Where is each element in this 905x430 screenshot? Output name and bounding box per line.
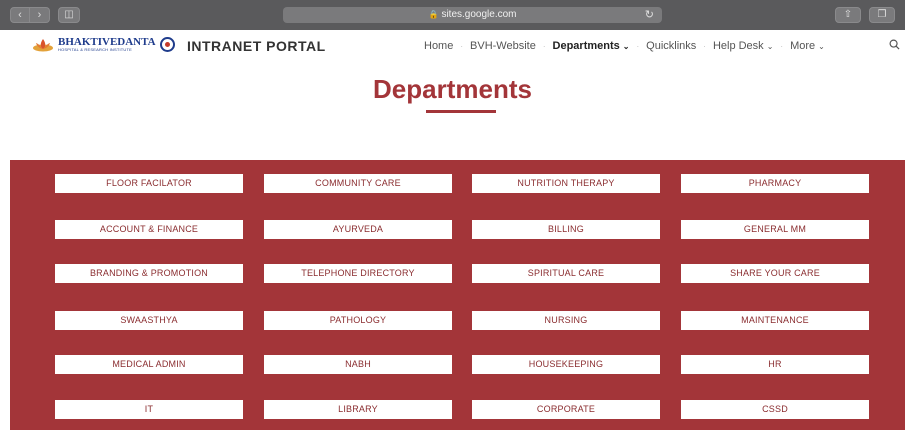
department-button-pathology[interactable]: PATHOLOGY [264,311,452,330]
forward-icon[interactable]: › [30,7,50,23]
browser-nav-buttons: ‹ › ◫ [10,7,80,23]
department-button-share-your-care[interactable]: SHARE YOUR CARE [681,264,869,283]
nav-item-home[interactable]: Home [424,40,453,52]
department-button-floor-facilator[interactable]: FLOOR FACILATOR [55,174,243,193]
department-button-branding-promotion[interactable]: BRANDING & PROMOTION [55,264,243,283]
department-button-general-mm[interactable]: GENERAL MM [681,220,869,239]
nav-item-label: Departments [552,40,620,52]
address-bar[interactable]: 🔒 sites.google.com ↻ [283,7,662,23]
site-header: BHAKTIVEDANTA HOSPITAL & RESEARCH INSTIT… [0,30,905,62]
logo-sub-text: HOSPITAL & RESEARCH INSTITUTE [58,47,133,52]
browser-right-buttons: ⇧ ❐ [835,7,895,23]
nav-item-more[interactable]: More ⌄ [790,40,825,52]
department-button-swaasthya[interactable]: SWAASTHYA [55,311,243,330]
department-button-corporate[interactable]: CORPORATE [472,400,660,419]
departments-grid: FLOOR FACILATOR COMMUNITY CARE NUTRITION T… [10,160,905,430]
back-icon[interactable]: ‹ [10,7,30,23]
nav-separator: · [460,41,464,51]
nav-item-bvh-website[interactable]: BVH-Website [470,40,536,52]
lotus-logo-icon [33,38,53,51]
url-text: sites.google.com [441,9,517,20]
department-button-account-finance[interactable]: ACCOUNT & FINANCE [55,220,243,239]
nav-item-label: Quicklinks [646,40,697,52]
nav-item-label: Home [424,40,454,52]
department-button-community-care[interactable]: COMMUNITY CARE [264,174,452,193]
reload-icon[interactable]: ↻ [645,7,654,23]
search-icon[interactable] [889,39,900,50]
department-button-nursing[interactable]: NURSING [472,311,660,330]
nav-separator: · [542,41,546,51]
sidebar-toggle-icon[interactable]: ◫ [58,7,80,23]
department-button-ayurveda[interactable]: AYURVEDA [264,220,452,239]
department-button-spiritual-care[interactable]: SPIRITUAL CARE [472,264,660,283]
department-button-medical-admin[interactable]: MEDICAL ADMIN [55,355,243,374]
nav-item-label: Help Desk [712,40,764,52]
chevron-down-icon: ⌄ [818,42,825,51]
nav-item-label: More [790,40,816,52]
share-icon[interactable]: ⇧ [835,7,861,23]
department-button-telephone-directory[interactable]: TELEPHONE DIRECTORY [264,264,452,283]
nav-separator: · [780,41,784,51]
browser-toolbar: ‹ › ◫ 🔒 sites.google.com ↻ ⇧ ❐ [0,0,905,30]
department-button-nabh[interactable]: NABH [264,355,452,374]
department-button-nutrition-therapy[interactable]: NUTRITION THERAPY [472,174,660,193]
nav-item-help-desk[interactable]: Help Desk ⌄ [713,40,773,52]
page-title: Departments [373,74,532,104]
department-button-housekeeping[interactable]: HOUSEKEEPING [472,355,660,374]
department-button-billing[interactable]: BILLING [472,220,660,239]
nav-item-quicklinks[interactable]: Quicklinks [646,40,696,52]
department-button-hr[interactable]: HR [681,355,869,374]
department-button-pharmacy[interactable]: PHARMACY [681,174,869,193]
chevron-down-icon: ⌄ [622,42,630,51]
nav-item-departments[interactable]: Departments ⌄ [553,40,630,52]
site-logo[interactable]: BHAKTIVEDANTA HOSPITAL & RESEARCH INSTIT… [32,37,175,52]
main-nav: Home · BVH-Website · Departments ⌄ · Quicklinks… [424,40,825,52]
department-button-cssd[interactable]: CSSD [681,400,869,419]
portal-title: INTRANET PORTAL [187,38,326,54]
nav-separator: · [703,41,706,51]
lock-icon: 🔒 [428,10,439,19]
department-button-library[interactable]: LIBRARY [264,400,452,419]
department-button-maintenance[interactable]: MAINTENANCE [681,311,869,330]
hero-section: Departments [0,62,905,160]
tabs-icon[interactable]: ❐ [869,7,895,23]
nav-separator: · [636,41,640,51]
logo-wordmark: BHAKTIVEDANTA HOSPITAL & RESEARCH INSTIT… [58,37,156,52]
department-button-it[interactable]: IT [55,400,243,419]
logo-seal-icon [159,37,175,52]
nav-item-label: BVH-Website [470,40,536,52]
title-underline [426,110,496,113]
chevron-down-icon: ⌄ [766,42,774,51]
